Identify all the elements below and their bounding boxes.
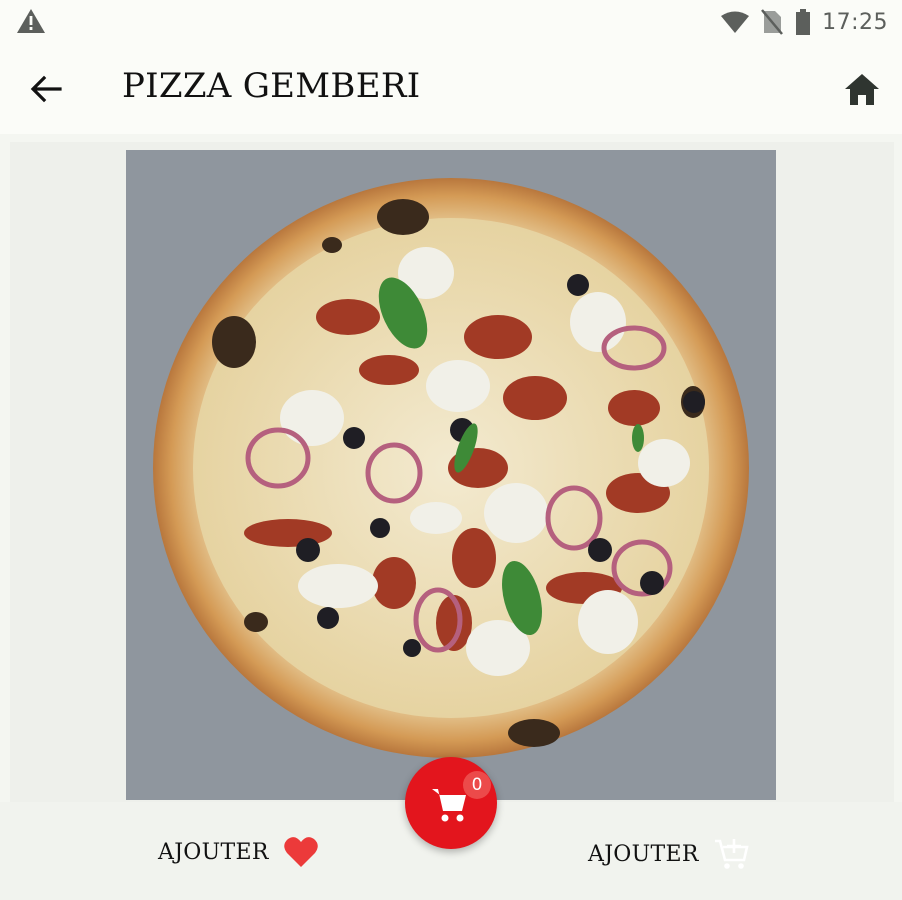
warning-icon [17,9,45,33]
home-icon[interactable] [842,70,882,110]
add-to-cart-icon [714,839,749,869]
add-favorite-button[interactable]: AJOUTER [158,836,319,868]
cart-count-badge: 0 [463,771,491,799]
add-to-cart-label: AJOUTER [588,841,699,867]
add-favorite-label: AJOUTER [158,839,269,865]
heart-icon [283,837,318,867]
cart-fab-button[interactable] [405,757,497,849]
pizza-photo [126,150,776,800]
arrow-back-icon[interactable] [26,69,66,109]
no-sim-icon [761,9,784,35]
status-time: 17:25 [822,9,888,35]
add-to-cart-button[interactable]: AJOUTER [588,836,749,872]
wifi-icon [721,11,750,33]
battery-icon [796,9,811,35]
app-bar: PIZZA GEMBERI [0,44,902,134]
status-bar: 17:25 [0,0,902,44]
page-title: PIZZA GEMBERI [122,66,421,106]
